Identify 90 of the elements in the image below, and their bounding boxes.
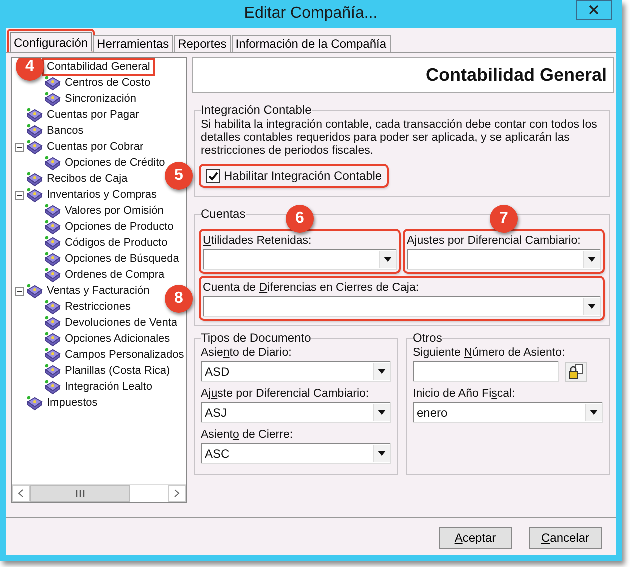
tree-item[interactable]: Ordenes de Compra [63, 269, 167, 281]
tab[interactable]: Herramientas [93, 35, 174, 52]
chevron-left-icon[interactable] [18, 489, 24, 498]
tree-item[interactable]: Cuentas por Pagar [45, 109, 142, 121]
window-title: Editar Compañía... [244, 5, 378, 23]
field-label: Asiento de Cierre: [201, 429, 294, 441]
callout-badge: 6 [286, 205, 314, 233]
group-title: Tipos de Documento [201, 331, 312, 345]
group-title: Otros [413, 331, 442, 345]
book-icon [44, 76, 61, 90]
tree-item[interactable]: Ventas y Facturación [45, 285, 152, 297]
tree-item[interactable]: Inventarios y Compras [45, 189, 160, 201]
book-icon [26, 140, 43, 154]
field-label: Ajuste por Diferencial Cambiario: [201, 388, 370, 400]
tree-item[interactable]: Integración Lealto [63, 381, 154, 393]
book-icon [26, 396, 43, 410]
grip-icon[interactable] [76, 490, 84, 497]
caret-icon[interactable] [588, 304, 596, 309]
tree-item[interactable]: Sincronización [63, 93, 139, 105]
book-icon [26, 108, 43, 122]
book-icon [44, 268, 61, 282]
caret-icon[interactable] [590, 410, 598, 415]
dropdown[interactable]: ASC [201, 443, 391, 464]
caret-icon[interactable] [384, 257, 392, 262]
tree-item[interactable]: Impuestos [45, 397, 100, 409]
book-icon [44, 236, 61, 250]
tree-item[interactable]: Cuentas por Cobrar [45, 141, 146, 153]
tree-item[interactable]: Restricciones [63, 301, 134, 313]
tree-item[interactable]: Centros de Costo [63, 77, 153, 89]
tree-item[interactable]: Opciones de Producto [63, 221, 176, 233]
book-icon [26, 284, 43, 298]
dialog-button[interactable]: Cancelar [529, 527, 602, 549]
field-label: Ajustes por Diferencial Cambiario: [407, 235, 582, 247]
dropdown[interactable]: ASJ [201, 402, 391, 423]
book-icon [26, 172, 43, 186]
field-label: Cuenta de Diferencias en Cierres de Caja: [203, 282, 420, 294]
collapse-toggle-icon[interactable] [15, 142, 24, 152]
tree-item[interactable]: Valores por Omisión [63, 205, 166, 217]
tab[interactable]: Información de la Compañía [232, 35, 391, 52]
field-label: Asiento de Diario: [201, 347, 293, 359]
collapse-toggle-icon[interactable] [15, 190, 24, 200]
caret-icon[interactable] [378, 369, 386, 374]
field-label: Inicio de Año Fiscal: [413, 388, 516, 400]
tab[interactable]: Reportes [174, 35, 231, 52]
book-icon [26, 188, 43, 202]
book-icon [44, 316, 61, 330]
caret-icon[interactable] [588, 257, 596, 262]
tree-item[interactable]: Contabilidad General [45, 61, 152, 73]
tree-item[interactable]: Opciones Adicionales [63, 333, 172, 345]
checkbox[interactable] [206, 169, 220, 183]
book-icon [44, 252, 61, 266]
collapse-toggle-icon[interactable] [15, 286, 24, 296]
checkbox-label: Habilitar Integración Contable [224, 169, 382, 183]
book-icon [44, 332, 61, 346]
field-label: Siguiente Número de Asiento: [413, 347, 566, 359]
callout-badge: 4 [16, 58, 44, 81]
group-title: Cuentas [201, 207, 246, 221]
dropdown[interactable]: enero [413, 402, 603, 423]
dropdown[interactable]: ASD [201, 361, 391, 382]
chevron-right-icon[interactable] [174, 489, 180, 498]
book-icon [44, 348, 61, 362]
tree-item[interactable]: Opciones de Crédito [63, 157, 168, 169]
book-icon [44, 156, 61, 170]
tab[interactable]: Configuración [10, 32, 92, 52]
tree-item[interactable]: Recibos de Caja [45, 173, 130, 185]
dialog-button[interactable]: Aceptar [439, 527, 512, 549]
caret-icon[interactable] [378, 451, 386, 456]
tree-item[interactable]: Códigos de Producto [63, 237, 170, 249]
horizontal-scrollbar[interactable] [12, 484, 186, 502]
tree-item[interactable]: Campos Personalizados [63, 349, 186, 361]
group-title: Integración Contable [201, 103, 312, 117]
callout-badge: 7 [490, 205, 518, 233]
tree-item[interactable]: Bancos [45, 125, 86, 137]
tree-item[interactable]: Planillas (Costa Rica) [63, 365, 172, 377]
book-icon [44, 92, 61, 106]
book-icon [44, 220, 61, 234]
book-icon [44, 364, 61, 378]
tree-item[interactable]: Devoluciones de Venta [63, 317, 180, 329]
book-icon [44, 204, 61, 218]
book-icon [26, 124, 43, 138]
caret-icon[interactable] [378, 410, 386, 415]
book-icon [44, 300, 61, 314]
description-text: Si habilita la integración contable, cada transacción debe contar con todos los detalles contables requeridos para poder ser aplicada, y se aplicarán las restricciones de periodos fiscales. [201, 119, 598, 158]
close-icon[interactable] [589, 5, 599, 15]
input-field[interactable] [413, 361, 559, 382]
close-button[interactable] [576, 0, 612, 20]
field-label: Utilidades Retenidas: [203, 235, 313, 247]
tree-item[interactable]: Opciones de Búsqueda [63, 253, 182, 265]
page-title: Contabilidad General [426, 64, 607, 86]
book-icon [44, 380, 61, 394]
